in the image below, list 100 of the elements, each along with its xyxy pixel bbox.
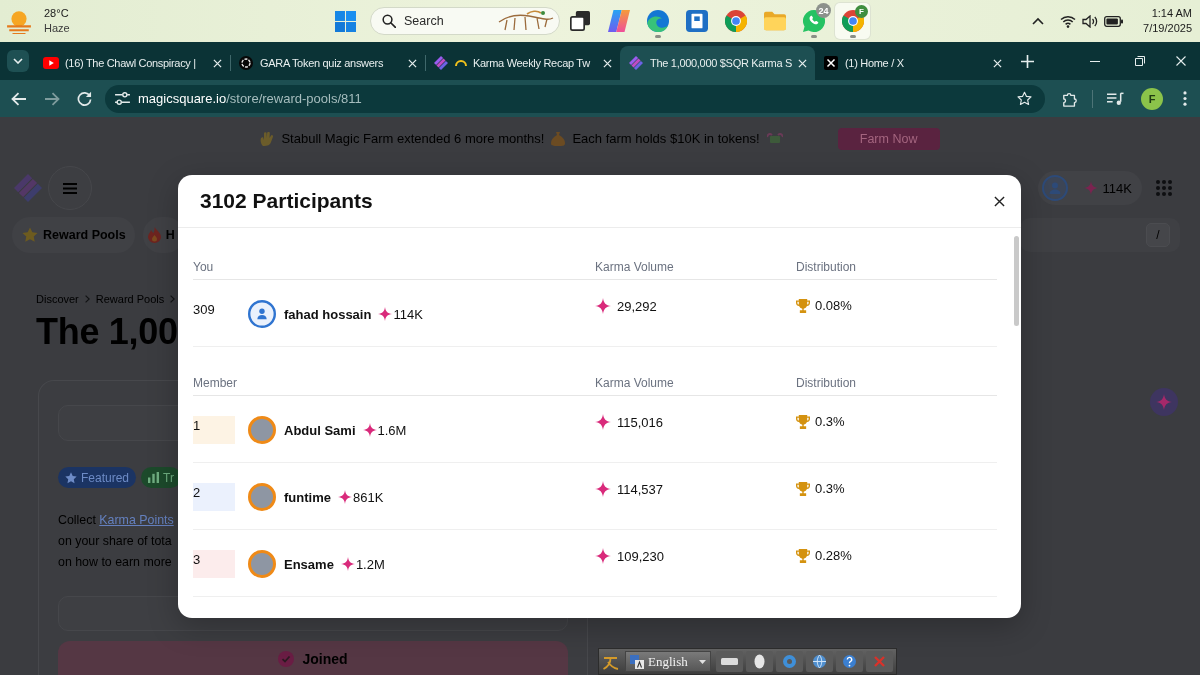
rank-number: 309 xyxy=(193,302,216,317)
battery-icon[interactable] xyxy=(1104,15,1124,27)
browser-tab[interactable]: (16) The Chawl Conspiracy | xyxy=(35,46,230,80)
close-icon[interactable] xyxy=(994,195,1005,207)
knot-logo-icon xyxy=(239,56,253,70)
dinosaur-drawing xyxy=(497,10,555,32)
trophy-icon xyxy=(796,298,810,313)
check-circle-icon xyxy=(278,650,295,667)
extensions-icon[interactable] xyxy=(1062,90,1078,107)
search-field[interactable]: / xyxy=(1020,218,1180,252)
avatar-icon xyxy=(248,550,276,578)
sparkle-icon xyxy=(595,298,611,314)
tab-list-button[interactable] xyxy=(7,50,29,72)
joined-button[interactable]: Joined xyxy=(58,641,568,675)
rank-label: 1 xyxy=(193,416,235,444)
document-app-icon[interactable] xyxy=(685,10,708,32)
start-icon[interactable] xyxy=(335,10,356,32)
description-text: Collect Karma Points on your share of tota on how to earn more xyxy=(58,512,174,571)
search-bar[interactable]: Search xyxy=(370,7,560,35)
column-header: Member xyxy=(193,375,237,390)
member-name: fahad hossain xyxy=(284,306,372,322)
column-header: Karma Volume xyxy=(595,375,674,390)
flying-money-icon xyxy=(766,132,783,145)
site-settings-icon[interactable] xyxy=(115,92,130,105)
chevron-right-icon xyxy=(170,295,176,303)
nav-tab[interactable]: Reward Pools xyxy=(12,217,135,253)
member-name: Ensame xyxy=(284,556,334,572)
trophy-icon xyxy=(796,548,810,563)
sparkle-icon xyxy=(378,307,393,321)
task-view-icon[interactable] xyxy=(569,11,590,31)
edge-icon[interactable] xyxy=(646,10,669,32)
browser-tab[interactable]: The 1,000,000 $SQR Karma S xyxy=(620,46,815,80)
menu-icon[interactable] xyxy=(1183,91,1187,106)
diamond-logo-icon xyxy=(434,56,448,70)
copilot-icon[interactable] xyxy=(607,10,630,32)
banner-message: Stabull Magic Farm extended 6 more months! xyxy=(281,131,545,146)
wifi-icon[interactable] xyxy=(1060,14,1077,28)
browser-tab[interactable]: (1) Home / X xyxy=(815,46,1010,80)
distribution-share: 0.3% xyxy=(815,414,845,429)
karma-points: 861K xyxy=(352,489,384,505)
star-icon xyxy=(22,227,38,243)
distribution-share: 0.08% xyxy=(815,298,852,313)
profile-button[interactable]: F xyxy=(1141,87,1163,110)
sparkle-icon xyxy=(595,548,611,564)
restore-icon[interactable] xyxy=(1134,56,1145,66)
bookmark-star-icon[interactable] xyxy=(1017,91,1032,106)
media-control-icon[interactable] xyxy=(1106,91,1124,106)
address-bar[interactable]: magicsquare.io/store/reward-pools/811 xyxy=(105,84,1045,113)
karma-points: 1.2M xyxy=(355,556,385,572)
caret-down-icon xyxy=(699,659,706,664)
distribution-share: 0.28% xyxy=(815,548,852,563)
sparkle-icon xyxy=(595,414,611,430)
browser-tab[interactable]: Karma Weekly Recap Tw xyxy=(425,46,620,80)
chrome-icon[interactable] xyxy=(841,10,864,32)
search-input[interactable]: Search xyxy=(404,14,489,28)
scrollbar-thumb[interactable] xyxy=(1014,236,1019,326)
karma-volume: 115,016 xyxy=(617,414,664,430)
karma-points-link[interactable]: Karma Points xyxy=(99,513,174,527)
taskbar-button[interactable]: 24 xyxy=(796,3,831,39)
back-icon[interactable] xyxy=(10,91,27,106)
rank-label: 3 xyxy=(193,550,235,578)
distribution-share: 0.3% xyxy=(815,481,845,496)
tab-title: Karma Weekly Recap Tw xyxy=(473,57,591,69)
url-text: magicsquare.io/store/reward-pools/811 xyxy=(138,91,362,106)
profile-button[interactable]: 114K xyxy=(1037,171,1142,205)
notification-count: 24 xyxy=(816,3,831,18)
mouse-icon[interactable] xyxy=(746,651,773,672)
flame-icon xyxy=(147,227,161,243)
money-bag-icon xyxy=(551,131,566,146)
language-select[interactable]: English xyxy=(625,651,711,672)
profile-badge: F xyxy=(855,5,868,18)
minimize-icon[interactable] xyxy=(1089,60,1100,62)
tab-title: The 1,000,000 $SQR Karma S xyxy=(650,57,792,69)
bar-chart-icon xyxy=(148,472,160,483)
sun-icon xyxy=(6,8,32,34)
language-name: English xyxy=(648,653,689,670)
page-title: The 1,00 xyxy=(36,312,178,352)
hamburger-icon xyxy=(63,182,77,194)
volume-icon[interactable] xyxy=(1082,14,1099,28)
breadcrumb-link[interactable]: Reward Pools xyxy=(95,293,165,305)
avatar-icon xyxy=(248,483,276,511)
chevron-up-icon[interactable] xyxy=(1032,17,1045,25)
tab-title: (1) Home / X xyxy=(845,57,905,69)
karma-volume: 29,292 xyxy=(617,298,657,314)
avatar-icon xyxy=(1041,175,1068,201)
new-tab-icon[interactable] xyxy=(1020,54,1034,68)
sparkle-icon xyxy=(1083,181,1098,195)
star-icon xyxy=(65,471,77,484)
breadcrumb-link[interactable]: Discover xyxy=(36,293,79,305)
farm-now-button[interactable]: Farm Now xyxy=(837,127,940,150)
reload-icon[interactable] xyxy=(77,91,92,106)
chrome-icon[interactable] xyxy=(724,10,747,32)
tab-title: (16) The Chawl Conspiracy | xyxy=(65,57,197,69)
taskbar-button[interactable]: F xyxy=(835,3,870,39)
browser-tab[interactable]: GARA Token quiz answers xyxy=(230,46,425,80)
tag: Tr xyxy=(141,467,181,488)
column-header: Distribution xyxy=(796,375,857,390)
weather-condition: Haze xyxy=(44,21,70,36)
forward-icon[interactable] xyxy=(43,91,60,106)
sparkle-icon xyxy=(340,557,355,571)
